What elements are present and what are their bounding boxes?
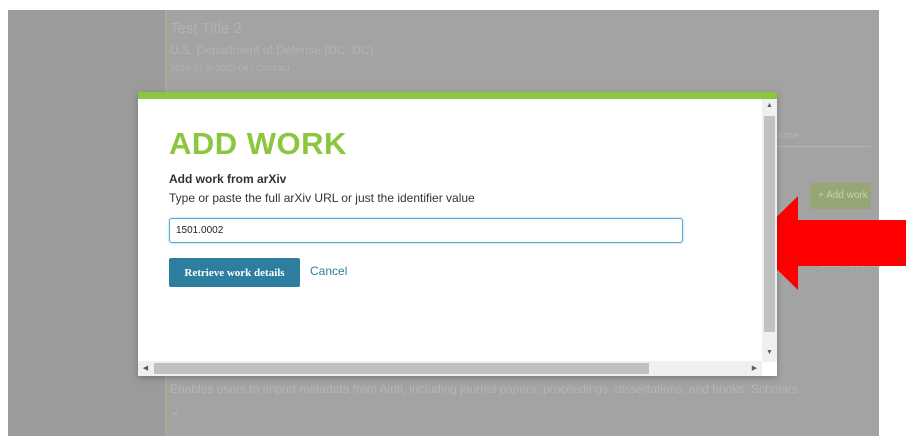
arxiv-id-input[interactable]	[169, 218, 683, 243]
scroll-up-icon[interactable]: ▲	[762, 99, 777, 113]
vertical-scrollbar[interactable]: ▲ ▼	[762, 99, 777, 362]
airiti-description: Enables users to import metadata from Ai…	[170, 382, 798, 396]
modal-title: ADD WORK	[169, 126, 347, 161]
record-title: Test Title 2	[170, 20, 242, 37]
cancel-link[interactable]: Cancel	[310, 264, 347, 278]
retrieve-work-details-button[interactable]: Retrieve work details	[169, 258, 300, 287]
horizontal-scrollbar[interactable]: ◀ ▶	[138, 361, 762, 376]
chevron-down-icon: ⌄	[170, 403, 181, 418]
arxiv-help-text: Type or paste the full arXiv URL or just…	[169, 191, 475, 205]
horizontal-scroll-thumb[interactable]	[154, 363, 649, 374]
add-work-modal: ADD WORK Add work from arXiv Type or pas…	[138, 92, 777, 376]
vertical-scroll-thumb[interactable]	[764, 116, 775, 332]
scroll-left-icon[interactable]: ◀	[138, 361, 153, 376]
arxiv-section-heading: Add work from arXiv	[169, 172, 287, 186]
scroll-down-icon[interactable]: ▼	[762, 346, 777, 360]
record-meta: 2019-07 to 2022-06 | Contract	[170, 63, 290, 73]
record-organization: U.S. Department of Defense (DC, DC)	[170, 43, 374, 57]
modal-accent-bar	[138, 92, 777, 99]
scroll-right-icon[interactable]: ▶	[747, 361, 762, 376]
